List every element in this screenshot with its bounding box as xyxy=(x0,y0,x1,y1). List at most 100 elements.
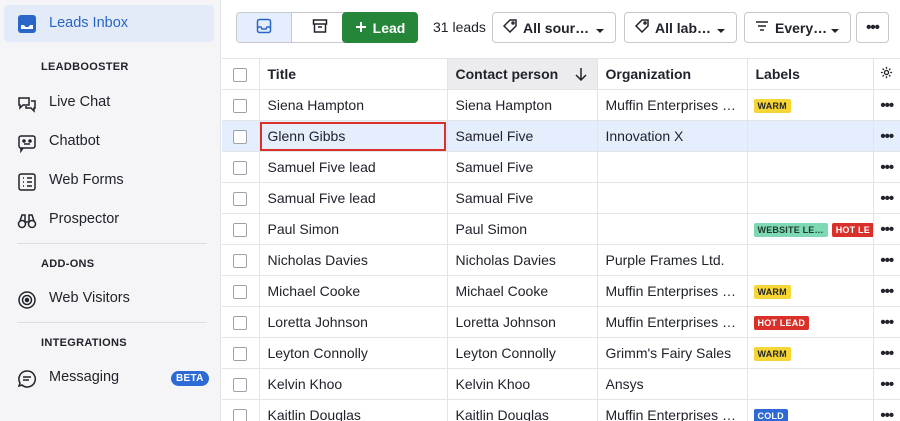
sidebar-item-live-chat[interactable]: Live Chat xyxy=(0,88,220,118)
cell-contact-person[interactable]: Kaitlin Douglas xyxy=(447,399,598,421)
row-checkbox[interactable] xyxy=(233,254,248,269)
inbox-view-button[interactable] xyxy=(237,13,293,42)
cell-labels[interactable] xyxy=(747,120,874,152)
column-header-contact-person[interactable]: Contact person xyxy=(447,58,598,90)
cell-labels[interactable]: WARM xyxy=(747,275,874,307)
column-header-labels[interactable]: Labels xyxy=(747,58,874,90)
cell-title[interactable]: Samuel Five lead xyxy=(259,151,448,183)
row-checkbox-cell[interactable] xyxy=(222,275,260,307)
cell-organization[interactable]: Ansys xyxy=(597,368,748,400)
row-checkbox-cell[interactable] xyxy=(222,306,260,338)
cell-labels[interactable]: COLD xyxy=(747,399,874,421)
row-actions-button[interactable]: ••• xyxy=(873,213,900,245)
cell-organization[interactable]: Muffin Enterprises … xyxy=(597,275,748,307)
cell-labels[interactable]: HOT LEAD xyxy=(747,306,874,338)
row-actions-button[interactable]: ••• xyxy=(873,275,900,307)
row-actions-button[interactable]: ••• xyxy=(873,399,900,421)
row-checkbox-cell[interactable] xyxy=(222,120,260,152)
cell-organization[interactable]: Purple Frames Ltd. xyxy=(597,244,748,276)
label-filter-dropdown[interactable]: All lab… xyxy=(624,12,737,43)
row-actions-button[interactable]: ••• xyxy=(873,244,900,276)
owner-filter-dropdown[interactable]: Every… xyxy=(744,12,851,43)
sidebar-item-web-forms[interactable]: Web Forms xyxy=(0,166,220,196)
select-all-checkbox-cell[interactable] xyxy=(222,58,260,90)
cell-contact-person[interactable]: Samual Five xyxy=(447,182,598,214)
cell-title[interactable]: Glenn Gibbs xyxy=(259,120,448,152)
cell-labels[interactable]: WARM xyxy=(747,89,874,121)
source-filter-dropdown[interactable]: All sour… xyxy=(492,12,616,43)
cell-contact-person[interactable]: Leyton Connolly xyxy=(447,337,598,369)
sidebar-item-prospector[interactable]: Prospector xyxy=(0,205,220,235)
cell-organization[interactable] xyxy=(597,182,748,214)
cell-title[interactable]: Michael Cooke xyxy=(259,275,448,307)
row-checkbox-cell[interactable] xyxy=(222,399,260,421)
row-checkbox[interactable] xyxy=(233,223,248,238)
row-checkbox[interactable] xyxy=(233,409,248,421)
cell-title[interactable]: Paul Simon xyxy=(259,213,448,245)
cell-title[interactable]: Kaitlin Douglas xyxy=(259,399,448,421)
table-row[interactable]: Nicholas Davies Nicholas Davies Purple Fra… xyxy=(222,244,900,276)
cell-labels[interactable]: WEBSITE LE… HOT LE xyxy=(747,213,874,245)
table-row[interactable]: Glenn Gibbs Samuel Five Innovation X ••• xyxy=(222,120,900,152)
table-row[interactable]: Kaitlin Douglas Kaitlin Douglas Muffin Ent… xyxy=(222,399,900,421)
cell-organization[interactable]: Muffin Enterprises … xyxy=(597,89,748,121)
table-row[interactable]: Samuel Five lead Samuel Five ••• xyxy=(222,151,900,183)
row-checkbox[interactable] xyxy=(233,316,248,331)
cell-organization[interactable]: Innovation X xyxy=(597,120,748,152)
cell-organization[interactable]: Muffin Enterprises … xyxy=(597,399,748,421)
add-lead-button[interactable]: Lead xyxy=(342,12,418,43)
table-row[interactable]: Loretta Johnson Loretta Johnson Muffin Ent… xyxy=(222,306,900,338)
cell-contact-person[interactable]: Loretta Johnson xyxy=(447,306,598,338)
cell-contact-person[interactable]: Samuel Five xyxy=(447,151,598,183)
row-checkbox[interactable] xyxy=(233,192,248,207)
archive-view-button[interactable] xyxy=(292,13,347,42)
column-header-organization[interactable]: Organization xyxy=(597,58,748,90)
cell-labels[interactable] xyxy=(747,151,874,183)
cell-title[interactable]: Samual Five lead xyxy=(259,182,448,214)
sidebar-item-leads-inbox[interactable]: Leads Inbox xyxy=(4,5,214,42)
table-row[interactable]: Siena Hampton Siena Hampton Muffin Enterpr… xyxy=(222,89,900,121)
cell-title[interactable]: Loretta Johnson xyxy=(259,306,448,338)
row-actions-button[interactable]: ••• xyxy=(873,182,900,214)
cell-organization[interactable] xyxy=(597,151,748,183)
table-row[interactable]: Kelvin Khoo Kelvin Khoo Ansys ••• xyxy=(222,368,900,400)
sidebar-item-messaging[interactable]: Messaging BETA xyxy=(0,363,220,393)
row-actions-button[interactable]: ••• xyxy=(873,368,900,400)
cell-organization[interactable]: Grimm's Fairy Sales xyxy=(597,337,748,369)
column-header-title[interactable]: Title xyxy=(259,58,448,90)
cell-title[interactable]: Nicholas Davies xyxy=(259,244,448,276)
cell-labels[interactable]: WARM xyxy=(747,337,874,369)
cell-labels[interactable] xyxy=(747,368,874,400)
cell-contact-person[interactable]: Paul Simon xyxy=(447,213,598,245)
cell-contact-person[interactable]: Kelvin Khoo xyxy=(447,368,598,400)
row-checkbox-cell[interactable] xyxy=(222,89,260,121)
cell-contact-person[interactable]: Michael Cooke xyxy=(447,275,598,307)
cell-contact-person[interactable]: Nicholas Davies xyxy=(447,244,598,276)
cell-labels[interactable] xyxy=(747,182,874,214)
cell-contact-person[interactable]: Siena Hampton xyxy=(447,89,598,121)
cell-title[interactable]: Siena Hampton xyxy=(259,89,448,121)
row-actions-button[interactable]: ••• xyxy=(873,89,900,121)
table-row[interactable]: Paul Simon Paul Simon WEBSITE LE… HOT LE ••• xyxy=(222,213,900,245)
more-options-button[interactable]: ••• xyxy=(856,12,889,43)
row-checkbox[interactable] xyxy=(233,347,248,362)
table-row[interactable]: Michael Cooke Michael Cooke Muffin Enterpr… xyxy=(222,275,900,307)
row-checkbox-cell[interactable] xyxy=(222,182,260,214)
cell-contact-person[interactable]: Samuel Five xyxy=(447,120,598,152)
cell-organization[interactable] xyxy=(597,213,748,245)
row-checkbox-cell[interactable] xyxy=(222,368,260,400)
row-checkbox[interactable] xyxy=(233,285,248,300)
column-settings-button[interactable] xyxy=(873,58,900,90)
table-row[interactable]: Leyton Connolly Leyton Connolly Grimm's Fa… xyxy=(222,337,900,369)
row-actions-button[interactable]: ••• xyxy=(873,120,900,152)
sidebar-item-web-visitors[interactable]: Web Visitors xyxy=(0,284,220,314)
row-checkbox-cell[interactable] xyxy=(222,213,260,245)
row-checkbox[interactable] xyxy=(233,130,248,145)
cell-labels[interactable] xyxy=(747,244,874,276)
row-checkbox[interactable] xyxy=(233,161,248,176)
row-actions-button[interactable]: ••• xyxy=(873,306,900,338)
cell-organization[interactable]: Muffin Enterprises … xyxy=(597,306,748,338)
row-checkbox-cell[interactable] xyxy=(222,244,260,276)
row-checkbox[interactable] xyxy=(233,378,248,393)
cell-title[interactable]: Kelvin Khoo xyxy=(259,368,448,400)
